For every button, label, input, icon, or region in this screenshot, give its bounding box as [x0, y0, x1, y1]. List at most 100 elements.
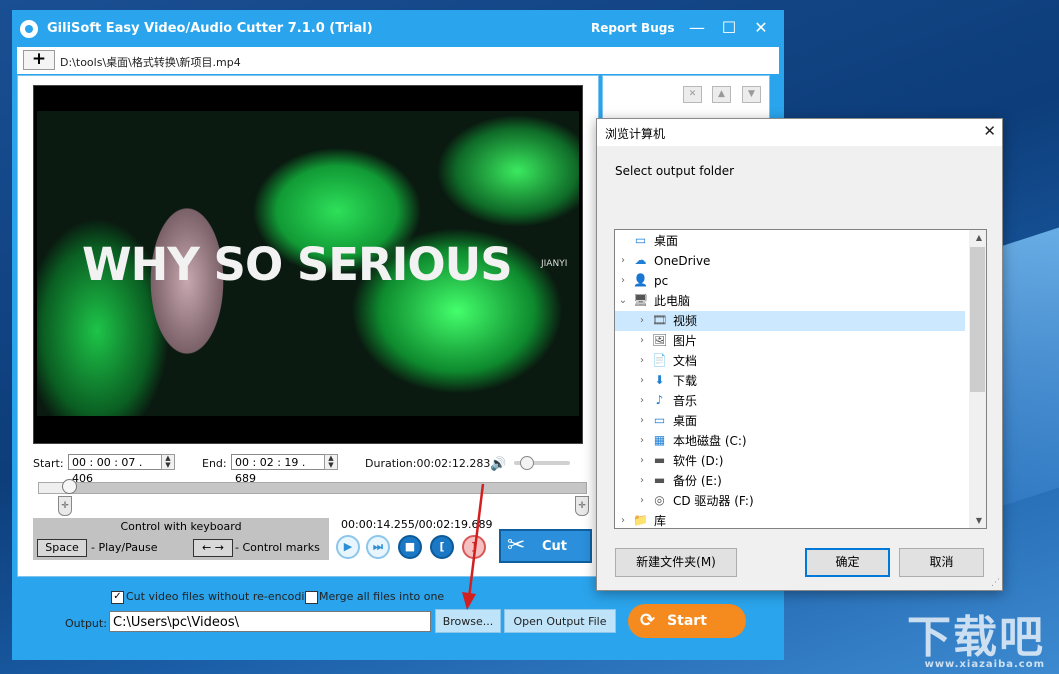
- stop-button[interactable]: ■: [398, 535, 422, 559]
- output-path-input[interactable]: C:\Users\pc\Videos\: [109, 611, 431, 632]
- move-down-icon[interactable]: ▼: [742, 86, 761, 103]
- tree-item-label: 图片: [673, 334, 698, 348]
- chevron-right-icon[interactable]: ›: [637, 371, 647, 391]
- start-time-spinner[interactable]: ▲ ▼: [161, 454, 175, 470]
- chevron-right-icon[interactable]: ›: [618, 511, 628, 528]
- tree-scrollbar-thumb[interactable]: [970, 247, 985, 392]
- file-path: D:\tools\桌面\格式转换\新项目.mp4: [60, 56, 241, 69]
- new-folder-button[interactable]: 新建文件夹(M): [615, 548, 737, 577]
- cut-button[interactable]: ✂ Cut: [499, 529, 592, 563]
- volume-icon[interactable]: 🔊: [490, 457, 506, 472]
- cloud-icon: ☁: [634, 253, 647, 267]
- dialog-close-icon[interactable]: ✕: [983, 122, 996, 140]
- no-reencode-checkbox[interactable]: ✓: [111, 591, 124, 604]
- start-time-input[interactable]: 00 : 00 : 07 . 406: [68, 454, 162, 485]
- file-path-row: + D:\tools\桌面\格式转换\新项目.mp4: [17, 47, 779, 74]
- cancel-button[interactable]: 取消: [899, 548, 984, 577]
- desktop-icon: ▭: [653, 413, 666, 427]
- tree-item-label: 此电脑: [654, 294, 691, 308]
- chevron-right-icon[interactable]: ›: [637, 491, 647, 511]
- chevron-right-icon[interactable]: ›: [637, 471, 647, 491]
- tree-item-label: 备份 (E:): [673, 474, 722, 488]
- merge-files-label: Merge all files into one: [319, 590, 445, 603]
- dialog-title: 浏览计算机: [605, 127, 666, 141]
- remove-file-icon[interactable]: ✕: [683, 86, 702, 103]
- add-file-button[interactable]: +: [23, 50, 55, 70]
- drive-icon: ▬: [653, 473, 666, 487]
- tree-item[interactable]: › ◎ CD 驱动器 (F:): [615, 491, 965, 511]
- chevron-right-icon[interactable]: ›: [637, 391, 647, 411]
- chevron-right-icon[interactable]: ›: [637, 351, 647, 371]
- space-key: Space: [37, 539, 87, 557]
- move-up-icon[interactable]: ▲: [712, 86, 731, 103]
- chevron-right-icon[interactable]: ›: [637, 311, 647, 331]
- report-bugs-link[interactable]: Report Bugs: [591, 21, 674, 35]
- app-logo-icon: [20, 19, 38, 38]
- end-time-input[interactable]: 00 : 02 : 19 . 689: [231, 454, 325, 485]
- desktop-icon: ▭: [634, 233, 647, 247]
- scissors-icon: ✂: [507, 533, 526, 558]
- seek-bar[interactable]: [38, 482, 587, 494]
- tree-item[interactable]: › ♪ 音乐: [615, 391, 965, 411]
- tree-item[interactable]: ▭ 桌面: [615, 231, 965, 251]
- volume-slider-knob[interactable]: [519, 456, 534, 470]
- browse-button[interactable]: Browse...: [435, 609, 501, 633]
- download-folder-icon: ⬇: [654, 373, 665, 387]
- minimize-button[interactable]: —: [687, 18, 707, 38]
- start-button[interactable]: ⟳ Start: [628, 604, 746, 638]
- tree-item[interactable]: › ▬ 备份 (E:): [615, 471, 965, 491]
- tree-item[interactable]: › ▭ 桌面: [615, 411, 965, 431]
- chevron-down-icon[interactable]: ⌄: [618, 291, 628, 311]
- tree-item[interactable]: › 🖼 图片: [615, 331, 965, 351]
- tree-item[interactable]: ⌄ 🖥 此电脑: [615, 291, 965, 311]
- dialog-prompt: Select output folder: [615, 164, 735, 178]
- tree-item[interactable]: › ⬇ 下载: [615, 371, 965, 391]
- duration-label: Duration:00:02:12.283: [365, 457, 491, 470]
- merge-files-checkbox[interactable]: [305, 591, 318, 604]
- arrow-keys-description: - Control marks: [235, 541, 320, 554]
- computer-icon: 🖥: [633, 293, 649, 307]
- windows-drive-icon: ▦: [653, 433, 666, 447]
- end-marker-handle[interactable]: ✛: [575, 496, 589, 516]
- chevron-right-icon[interactable]: ›: [637, 431, 647, 451]
- tree-item-label: 本地磁盘 (C:): [673, 434, 747, 448]
- chevron-right-icon[interactable]: ›: [618, 251, 628, 271]
- tree-item[interactable]: › 👤 pc: [615, 271, 965, 291]
- play-button[interactable]: ▶: [336, 535, 360, 559]
- set-start-mark-button[interactable]: [: [430, 535, 454, 559]
- library-icon: 📁: [633, 513, 648, 527]
- set-end-mark-button[interactable]: ]: [462, 535, 486, 559]
- chevron-right-icon[interactable]: ›: [637, 411, 647, 431]
- open-output-file-button[interactable]: Open Output File: [504, 609, 616, 633]
- folder-tree[interactable]: › 📁 库 › ◎ CD 驱动器 (F:) › ▬ 备份 (E:) › ▬ 软件 (D:) › ▦ 本地磁盘…: [614, 229, 987, 529]
- video-folder-icon: 🎞: [652, 313, 668, 327]
- video-preview[interactable]: WHY SO SERIOUS JIANYI: [33, 85, 583, 444]
- tree-item[interactable]: › 🎞 视频: [615, 311, 965, 331]
- chevron-right-icon[interactable]: ›: [637, 331, 647, 351]
- chevron-right-icon[interactable]: ›: [618, 271, 628, 291]
- pictures-folder-icon: 🖼: [652, 333, 668, 347]
- next-frame-button[interactable]: ⏭: [366, 535, 390, 559]
- video-overlay-small-text: JIANYI: [541, 259, 568, 269]
- keyboard-help-title: Control with keyboard: [120, 520, 242, 533]
- ok-button[interactable]: 确定: [805, 548, 890, 577]
- tree-scrollbar[interactable]: ▲ ▼: [969, 230, 986, 528]
- drive-icon: ▬: [653, 453, 666, 467]
- tree-item[interactable]: › 📄 文档: [615, 351, 965, 371]
- end-time-spinner[interactable]: ▲ ▼: [324, 454, 338, 470]
- video-frame: WHY SO SERIOUS JIANYI: [37, 111, 579, 416]
- tree-item[interactable]: › ☁ OneDrive: [615, 251, 965, 271]
- documents-folder-icon: 📄: [652, 353, 667, 367]
- tree-item[interactable]: › ▦ 本地磁盘 (C:): [615, 431, 965, 451]
- tree-item[interactable]: › ▬ 软件 (D:): [615, 451, 965, 471]
- user-icon: 👤: [633, 273, 648, 287]
- maximize-button[interactable]: ☐: [719, 18, 739, 38]
- start-marker-handle[interactable]: ✛: [58, 496, 72, 516]
- resize-grip-icon[interactable]: ⋰: [991, 578, 1000, 588]
- seek-bar-knob[interactable]: [62, 479, 78, 494]
- close-button[interactable]: ✕: [751, 18, 771, 38]
- no-reencode-label: Cut video files without re-encoding: [126, 590, 319, 603]
- cd-drive-icon: ◎: [654, 493, 665, 507]
- chevron-right-icon[interactable]: ›: [637, 451, 647, 471]
- tree-item[interactable]: › 📁 库: [615, 511, 965, 529]
